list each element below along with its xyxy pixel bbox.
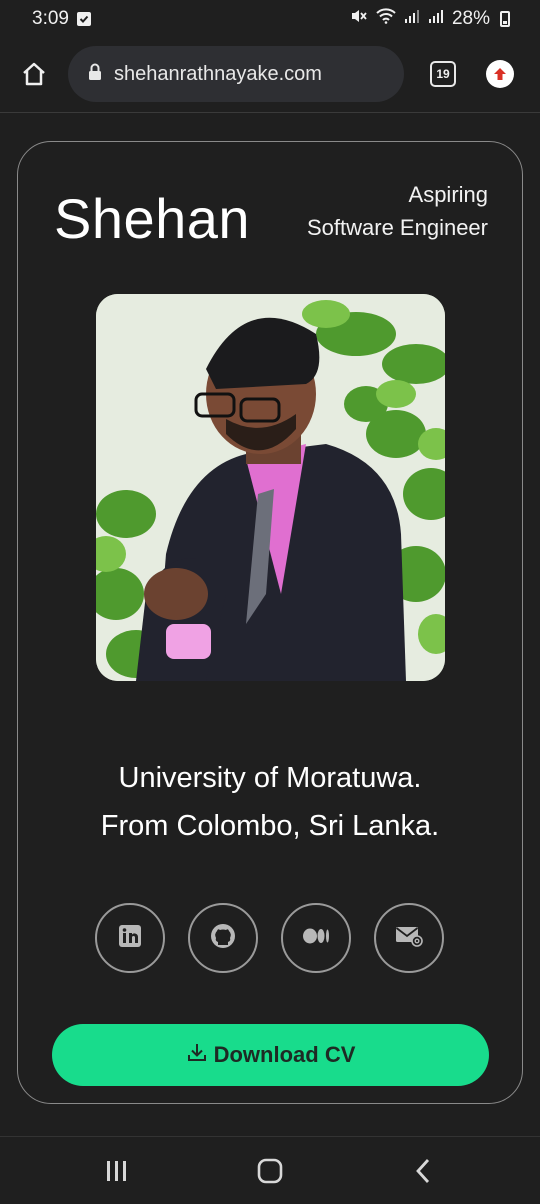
profile-role: Aspiring Software Engineer: [307, 178, 488, 244]
browser-toolbar: shehanrathnayake.com 19: [0, 38, 540, 110]
recent-apps-icon[interactable]: [97, 1151, 137, 1191]
tagline-line-2: From Colombo, Sri Lanka.: [100, 810, 440, 842]
role-line-2: Software Engineer: [307, 215, 488, 240]
back-icon[interactable]: [403, 1151, 443, 1191]
lock-icon: [88, 63, 102, 86]
download-cv-button[interactable]: Download CV: [52, 1024, 489, 1086]
status-time: 3:09: [32, 8, 69, 29]
medium-icon: [302, 927, 330, 950]
download-icon: [186, 1041, 208, 1069]
toolbar-divider: [0, 112, 540, 113]
home-icon[interactable]: [18, 58, 50, 90]
system-nav-bar: [0, 1136, 540, 1204]
status-bar: 3:09 28%: [0, 0, 540, 38]
profile-tagline: University of Moratuwa. From Colombo, Sr…: [18, 754, 522, 850]
profile-photo: [96, 294, 445, 681]
wifi-icon: [376, 8, 396, 30]
github-icon: [210, 923, 236, 954]
tagline-line-1: University of Moratuwa.: [118, 762, 422, 794]
email-button[interactable]: [374, 903, 444, 973]
profile-name: Shehan: [54, 187, 251, 250]
email-icon: [395, 925, 423, 952]
status-left: 3:09: [32, 8, 91, 30]
battery-percent: 28%: [451, 8, 490, 29]
url-text: shehanrathnayake.com: [114, 62, 322, 85]
linkedin-button[interactable]: [95, 903, 165, 973]
signal-icon: [428, 8, 444, 30]
linkedin-icon: [118, 924, 142, 953]
github-button[interactable]: [188, 903, 258, 973]
status-right: 28%: [350, 8, 510, 30]
social-links: [95, 903, 444, 973]
download-cv-label: Download CV: [213, 1042, 356, 1067]
home-nav-icon[interactable]: [250, 1151, 290, 1191]
role-line-1: Aspiring: [408, 182, 488, 207]
profile-card: Shehan Aspiring Software Engineer Univer…: [17, 141, 523, 1104]
signal-icon: [404, 8, 420, 30]
update-arrow-icon[interactable]: [486, 60, 514, 88]
battery-icon: [500, 11, 510, 27]
tabs-icon[interactable]: 19: [430, 61, 456, 87]
address-bar[interactable]: shehanrathnayake.com: [68, 46, 404, 102]
check-notification-icon: [76, 12, 91, 26]
mute-icon: [350, 8, 368, 30]
medium-button[interactable]: [281, 903, 351, 973]
